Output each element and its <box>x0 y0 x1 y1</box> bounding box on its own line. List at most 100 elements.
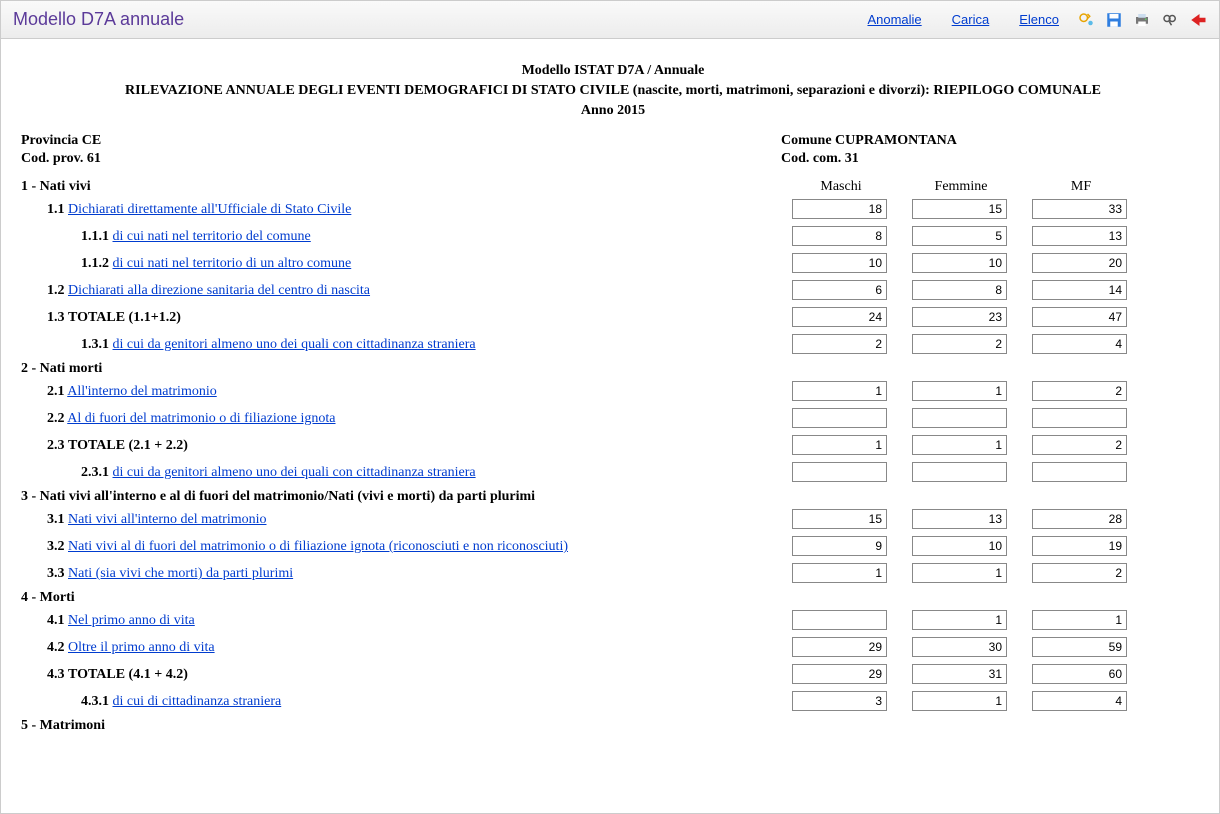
val-2-2-mf[interactable] <box>1032 408 1127 428</box>
val-4-3-f[interactable] <box>912 664 1007 684</box>
content-wrap: Modello ISTAT D7A / Annuale RILEVAZIONE … <box>1 39 1219 809</box>
val-4-3-m[interactable] <box>792 664 887 684</box>
val-3-1-m[interactable] <box>792 509 887 529</box>
row-4-3: 4.3 TOTALE (4.1 + 4.2) <box>21 663 1205 687</box>
val-2-3-mf[interactable] <box>1032 435 1127 455</box>
label-1-3: TOTALE (1.1+1.2) <box>68 310 181 325</box>
val-4-1-m[interactable] <box>792 610 887 630</box>
val-4-2-m[interactable] <box>792 637 887 657</box>
val-2-3-1-f[interactable] <box>912 462 1007 482</box>
app-title: Modello D7A annuale <box>13 9 184 30</box>
val-2-2-m[interactable] <box>792 408 887 428</box>
val-3-3-m[interactable] <box>792 563 887 583</box>
save-icon[interactable] <box>1105 11 1123 29</box>
sec4-title: 4 - Morti <box>21 590 1205 606</box>
val-3-2-f[interactable] <box>912 536 1007 556</box>
val-4-1-mf[interactable] <box>1032 610 1127 630</box>
sec2-title: 2 - Nati morti <box>21 361 1205 377</box>
row-4-3-1: 4.3.1 di cui di cittadinanza straniera <box>21 690 1205 714</box>
val-3-3-f[interactable] <box>912 563 1007 583</box>
row-3-2: 3.2 Nati vivi al di fuori del matrimonio… <box>21 535 1205 559</box>
row-1-2: 1.2 Dichiarati alla direzione sanitaria … <box>21 279 1205 303</box>
val-4-2-f[interactable] <box>912 637 1007 657</box>
val-4-2-mf[interactable] <box>1032 637 1127 657</box>
link-1-1[interactable]: Dichiarati direttamente all'Ufficiale di… <box>68 202 351 217</box>
link-1-3-1[interactable]: di cui da genitori almeno uno dei quali … <box>113 337 476 352</box>
val-3-2-mf[interactable] <box>1032 536 1127 556</box>
row-2-3: 2.3 TOTALE (2.1 + 2.2) <box>21 434 1205 458</box>
comune-label: Comune CUPRAMONTANA <box>781 133 1205 149</box>
val-3-2-m[interactable] <box>792 536 887 556</box>
link-3-1[interactable]: Nati vivi all'interno del matrimonio <box>68 512 266 527</box>
link-2-1[interactable]: All'interno del matrimonio <box>67 384 217 399</box>
val-2-3-m[interactable] <box>792 435 887 455</box>
row-1-1-1: 1.1.1 di cui nati nel territorio del com… <box>21 225 1205 249</box>
sec5-title: 5 - Matrimoni <box>21 718 1205 734</box>
val-1-3-m[interactable] <box>792 307 887 327</box>
num-2-3: 2.3 <box>47 438 65 453</box>
val-1-1-mf[interactable] <box>1032 199 1127 219</box>
val-2-1-m[interactable] <box>792 381 887 401</box>
link-1-2[interactable]: Dichiarati alla direzione sanitaria del … <box>68 283 370 298</box>
link-4-2[interactable]: Oltre il primo anno di vita <box>68 640 215 655</box>
val-4-3-1-f[interactable] <box>912 691 1007 711</box>
val-1-2-m[interactable] <box>792 280 887 300</box>
link-3-2[interactable]: Nati vivi al di fuori del matrimonio o d… <box>68 539 568 554</box>
row-2-2: 2.2 Al di fuori del matrimonio o di fili… <box>21 407 1205 431</box>
val-1-1-2-f[interactable] <box>912 253 1007 273</box>
num-4-3-1: 4.3.1 <box>81 694 109 709</box>
val-1-1-2-mf[interactable] <box>1032 253 1127 273</box>
val-2-1-mf[interactable] <box>1032 381 1127 401</box>
link-carica[interactable]: Carica <box>952 12 990 27</box>
val-3-3-mf[interactable] <box>1032 563 1127 583</box>
link-4-3-1[interactable]: di cui di cittadinanza straniera <box>113 694 282 709</box>
provincia-label: Provincia CE <box>21 133 781 149</box>
link-3-3[interactable]: Nati (sia vivi che morti) da parti pluri… <box>68 566 293 581</box>
val-1-3-mf[interactable] <box>1032 307 1127 327</box>
val-1-1-1-m[interactable] <box>792 226 887 246</box>
val-1-3-1-f[interactable] <box>912 334 1007 354</box>
val-4-1-f[interactable] <box>912 610 1007 630</box>
val-1-3-f[interactable] <box>912 307 1007 327</box>
val-1-3-1-m[interactable] <box>792 334 887 354</box>
search-icon[interactable] <box>1161 11 1179 29</box>
refresh-icon[interactable] <box>1077 11 1095 29</box>
val-3-1-f[interactable] <box>912 509 1007 529</box>
val-2-3-1-m[interactable] <box>792 462 887 482</box>
num-2-1: 2.1 <box>47 384 65 399</box>
label-4-3: TOTALE (4.1 + 4.2) <box>68 667 188 682</box>
num-1-1-1: 1.1.1 <box>81 229 109 244</box>
sec1-title: 1 - Nati vivi <box>21 179 781 195</box>
document-scroll[interactable]: Modello ISTAT D7A / Annuale RILEVAZIONE … <box>1 39 1219 809</box>
link-2-3-1[interactable]: di cui da genitori almeno uno dei quali … <box>113 465 476 480</box>
val-4-3-mf[interactable] <box>1032 664 1127 684</box>
val-1-1-m[interactable] <box>792 199 887 219</box>
num-1-3: 1.3 <box>47 310 65 325</box>
val-2-3-1-mf[interactable] <box>1032 462 1127 482</box>
print-icon[interactable] <box>1133 11 1151 29</box>
link-4-1[interactable]: Nel primo anno di vita <box>68 613 195 628</box>
val-1-1-1-f[interactable] <box>912 226 1007 246</box>
val-2-1-f[interactable] <box>912 381 1007 401</box>
val-1-2-f[interactable] <box>912 280 1007 300</box>
link-elenco[interactable]: Elenco <box>1019 12 1059 27</box>
row-4-2: 4.2 Oltre il primo anno di vita <box>21 636 1205 660</box>
val-4-3-1-m[interactable] <box>792 691 887 711</box>
link-anomalie[interactable]: Anomalie <box>867 12 921 27</box>
val-4-3-1-mf[interactable] <box>1032 691 1127 711</box>
val-2-2-f[interactable] <box>912 408 1007 428</box>
val-3-1-mf[interactable] <box>1032 509 1127 529</box>
val-1-3-1-mf[interactable] <box>1032 334 1127 354</box>
exit-icon[interactable] <box>1189 11 1207 29</box>
val-1-1-1-mf[interactable] <box>1032 226 1127 246</box>
val-1-1-f[interactable] <box>912 199 1007 219</box>
val-1-1-2-m[interactable] <box>792 253 887 273</box>
val-1-2-mf[interactable] <box>1032 280 1127 300</box>
link-1-1-1[interactable]: di cui nati nel territorio del comune <box>113 229 311 244</box>
cod-prov-label: Cod. prov. 61 <box>21 151 781 167</box>
num-2-2: 2.2 <box>47 411 65 426</box>
link-2-2[interactable]: Al di fuori del matrimonio o di filiazio… <box>67 411 335 426</box>
link-1-1-2[interactable]: di cui nati nel territorio di un altro c… <box>113 256 352 271</box>
val-2-3-f[interactable] <box>912 435 1007 455</box>
row-1-1: 1.1 Dichiarati direttamente all'Ufficial… <box>21 198 1205 222</box>
